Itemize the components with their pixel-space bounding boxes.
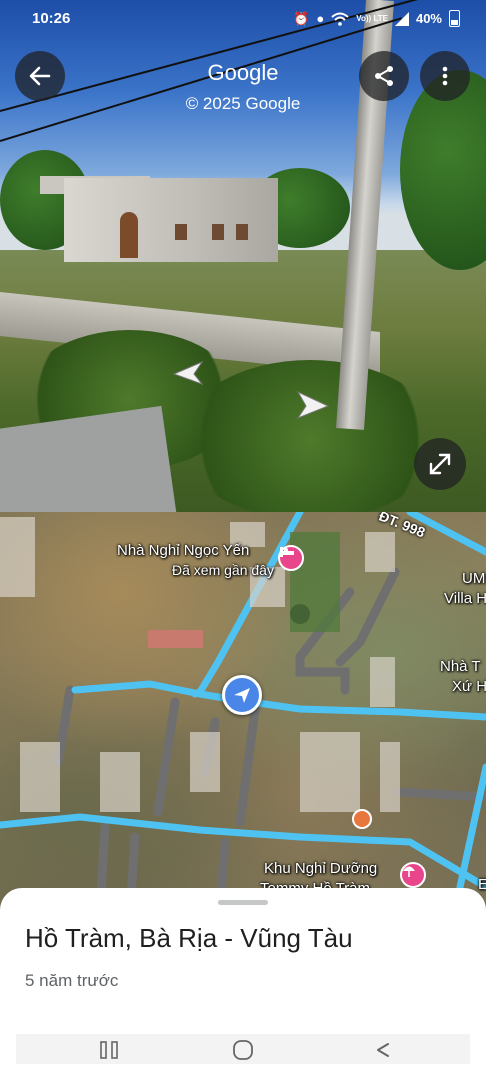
- place-name: Hồ Tràm, Bà Rịa - Vũng Tàu: [25, 923, 353, 953]
- nav-back-icon: [377, 1043, 389, 1057]
- street-view-marker[interactable]: [222, 675, 262, 715]
- alarm-icon: ⏰: [293, 10, 310, 26]
- hotel-pin[interactable]: [278, 545, 304, 571]
- resort-pin[interactable]: [400, 862, 426, 888]
- poi-name[interactable]: Nhà Nghỉ Ngọc Yến: [117, 542, 249, 559]
- street-view-image[interactable]: 10:26 ⏰ ● Vo)) LTE 40% Google © 2025 Goo…: [0, 0, 486, 512]
- recents-button[interactable]: [96, 1038, 122, 1062]
- umbrella-icon: [403, 866, 415, 877]
- expand-icon: [429, 453, 451, 475]
- signal-icon: [394, 11, 409, 26]
- home-button[interactable]: [230, 1038, 256, 1062]
- drag-handle[interactable]: [218, 900, 268, 905]
- poi-name[interactable]: E: [478, 876, 486, 893]
- status-bar: 10:26 ⏰ ● Vo)) LTE 40%: [0, 0, 486, 40]
- bottom-sheet[interactable]: Hồ Tràm, Bà Rịa - Vũng Tàu 5 năm trước: [0, 888, 486, 1080]
- more-options-button[interactable]: [420, 51, 470, 101]
- house-window: [236, 224, 248, 240]
- sv-nav-arrow-left[interactable]: [172, 360, 208, 386]
- attraction-pin[interactable]: [352, 809, 372, 829]
- red-roof: [148, 630, 203, 648]
- home-icon: [233, 1040, 253, 1060]
- poi-name[interactable]: UM: [462, 570, 485, 587]
- poi-name[interactable]: Khu Nghỉ Dưỡng: [264, 860, 377, 877]
- house-door: [120, 212, 138, 258]
- brush: [180, 360, 440, 512]
- poi-name[interactable]: Nhà T: [440, 658, 481, 675]
- house-window: [175, 224, 187, 240]
- house-window: [212, 224, 224, 240]
- share-icon: [375, 66, 393, 86]
- poi-note: Villa H: [444, 590, 486, 607]
- network-type: Vo)) LTE: [356, 13, 388, 23]
- recents-icon: [100, 1041, 118, 1059]
- house: [64, 178, 278, 262]
- bed-icon: [280, 547, 294, 557]
- page-title: Google: [207, 60, 279, 85]
- battery-icon: [449, 10, 460, 27]
- status-time: 10:26: [32, 10, 71, 27]
- share-button[interactable]: [359, 51, 409, 101]
- poi-note: Đã xem gần đây: [172, 562, 274, 578]
- battery-percent: 40%: [415, 11, 442, 26]
- nav-back-button[interactable]: [370, 1038, 396, 1062]
- sv-nav-arrow-right[interactable]: [294, 390, 330, 420]
- capture-date: 5 năm trước: [25, 971, 119, 990]
- expand-button[interactable]: [414, 438, 466, 490]
- more-vert-icon: [442, 66, 448, 86]
- direction-arrow-icon: [234, 688, 250, 703]
- copyright-text: © 2025 Google: [185, 94, 301, 113]
- status-icons: ⏰ ● Vo)) LTE 40%: [293, 10, 460, 27]
- wifi-icon: [331, 12, 349, 26]
- location-icon: ●: [316, 11, 325, 26]
- poi-note: Xứ H: [452, 678, 486, 695]
